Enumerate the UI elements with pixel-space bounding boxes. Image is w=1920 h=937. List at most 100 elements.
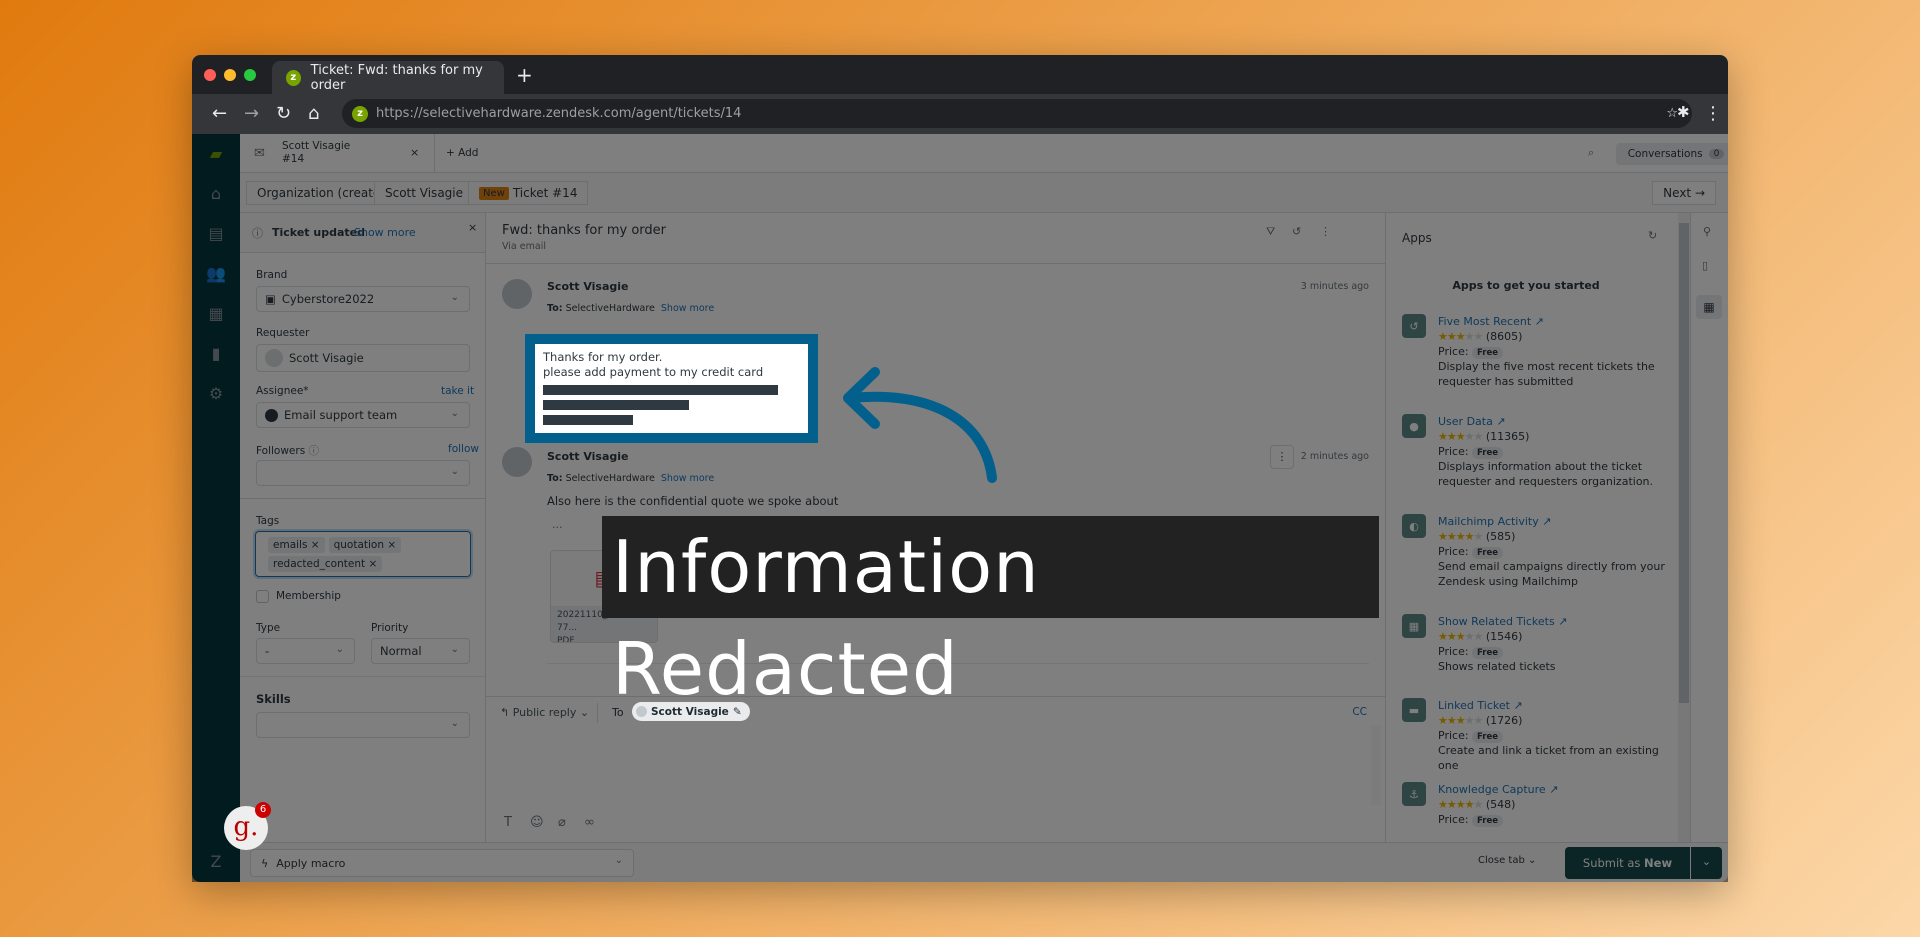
remove-tag-icon[interactable]: × [368,558,377,570]
scrollbar-thumb[interactable] [1679,223,1689,703]
app-price: Price: Free [1438,444,1668,459]
app-name-link[interactable]: Five Most Recent ↗ [1438,314,1668,329]
breadcrumb-ticket[interactable]: New Ticket #14 [468,181,589,205]
author-avatar [502,447,532,477]
filter-icon[interactable]: ⛛ [1266,225,1275,239]
emoji-icon[interactable]: ☺ [530,815,544,830]
reply-textarea[interactable] [486,729,1366,809]
chevron-down-icon: ⌄ [614,855,623,866]
search-icon[interactable]: ⌕ [1588,146,1594,160]
reporting-icon[interactable]: ▮ [206,344,226,364]
brand-icon: ▣ [265,292,276,306]
user-profile-icon[interactable]: ⚲ [1703,225,1711,238]
minimize-window-button[interactable] [224,69,236,81]
rating-stars: ★★★★★ [1438,798,1483,811]
browser-tab-bar: z Ticket: Fwd: thanks for my order + [192,55,1728,94]
reply-mode-select[interactable]: ↰ Public reply ⌄ [500,706,589,719]
app-name-link[interactable]: Knowledge Capture ↗ [1438,782,1668,797]
context-rail: ⚲ ▯ ▦ [1690,213,1728,842]
remove-tag-icon[interactable]: × [387,539,396,551]
membership-checkbox[interactable] [256,590,269,603]
next-button[interactable]: Next → [1652,181,1716,205]
priority-select[interactable]: Normal ⌄ [371,638,470,664]
back-icon[interactable]: ← [212,103,227,124]
app-name-link[interactable]: Linked Ticket ↗ [1438,698,1668,713]
history-icon[interactable]: ↺ [1292,225,1301,238]
requester-field[interactable]: Scott Visagie [256,344,470,372]
home-icon[interactable]: ⌂ [206,184,226,204]
app-description: Create and link a ticket from an existin… [1438,744,1659,772]
brand-select[interactable]: ▣ Cyberstore2022 ⌄ [256,286,470,312]
reload-icon[interactable]: ↻ [276,103,291,124]
app-name-link[interactable]: Mailchimp Activity ↗ [1438,514,1668,529]
breadcrumb-requester[interactable]: Scott Visagie [374,181,474,205]
divider [486,263,1385,264]
organizations-icon[interactable]: ▦ [206,304,226,324]
cc-link[interactable]: CC [1352,706,1367,718]
close-tab-icon[interactable]: × [410,146,419,159]
submit-status: New [1644,856,1673,870]
new-tab-button[interactable]: + [516,63,533,87]
chevron-down-icon: ⌄ [450,718,459,729]
attachment-paperclip-icon[interactable]: ⌀ [558,815,566,830]
brand-value: Cyberstore2022 [281,292,375,306]
home-icon[interactable]: ⌂ [308,103,319,124]
divider [597,703,598,723]
extensions-icon[interactable]: ✱ [1677,103,1690,121]
to-label: To: [547,303,563,314]
skills-select[interactable]: ⌄ [256,712,470,738]
ticket-tab[interactable]: Scott Visagie #14 [282,140,350,166]
review-count: (1546) [1485,630,1523,643]
refresh-icon[interactable]: ↻ [1648,229,1657,242]
show-more-link[interactable]: Show more [354,226,416,239]
forward-icon[interactable]: → [244,103,259,124]
chevron-down-icon: ⌄ [450,644,459,655]
close-tab-label: Close tab [1478,855,1525,866]
free-badge: Free [1472,547,1504,559]
link-icon[interactable]: ∞ [584,815,595,830]
apply-macro-select[interactable]: ϟ Apply macro ⌄ [250,849,634,877]
remove-tag-icon[interactable]: × [311,539,320,551]
recipient-chip[interactable]: Scott Visagie ✎ [632,702,750,721]
more-options-icon[interactable]: ⋮ [1320,225,1331,238]
admin-gear-icon[interactable]: ⚙ [206,384,226,404]
add-tab-button[interactable]: + Add [446,147,478,159]
close-tab-select[interactable]: Close tab ⌄ [1478,855,1536,866]
maximize-window-button[interactable] [244,69,256,81]
follow-link[interactable]: follow [448,443,479,455]
app-name-link[interactable]: User Data ↗ [1438,414,1668,429]
conversations-button[interactable]: Conversations 0 [1616,143,1728,165]
message-options-icon[interactable]: ⋮ [1270,445,1294,469]
submit-button[interactable]: Submit as New [1565,847,1690,879]
reply-scrollbar[interactable] [1371,725,1381,805]
url-bar[interactable]: z https://selectivehardware.zendesk.com/a… [342,99,1692,128]
text-format-icon[interactable]: T [504,815,512,830]
membership-label: Membership [276,590,341,602]
customers-icon[interactable]: 👥 [206,264,226,284]
browser-tab[interactable]: z Ticket: Fwd: thanks for my order [272,61,504,94]
apps-scrollbar[interactable] [1678,213,1690,842]
submit-options-chevron-icon[interactable]: ⌄ [1691,847,1722,879]
show-more-link[interactable]: Show more [661,303,714,314]
dismiss-icon[interactable]: × [468,221,477,234]
take-it-link[interactable]: take it [441,385,474,397]
knowledge-book-icon[interactable]: ▯ [1702,259,1708,272]
app-name-link[interactable]: Show Related Tickets ↗ [1438,614,1668,629]
show-more-link[interactable]: Show more [661,473,714,484]
price-label: Price: [1438,813,1469,826]
type-select[interactable]: - ⌄ [256,638,355,664]
views-icon[interactable]: ▤ [206,224,226,244]
apps-grid-icon[interactable]: ▦ [1696,295,1722,319]
assignee-select[interactable]: Email support team ⌄ [256,402,470,428]
close-window-button[interactable] [204,69,216,81]
edit-pencil-icon[interactable]: ✎ [733,706,742,718]
zendesk-products-icon[interactable]: Z [206,852,226,872]
followers-select[interactable]: ⌄ [256,460,470,486]
tag-label: redacted_content [273,558,366,570]
to-label: To: [547,473,563,484]
quoted-text-toggle[interactable]: ··· [552,521,563,534]
tags-input[interactable]: emails × quotation ×redacted_content × [255,531,471,577]
message-recipients: To: SelectiveHardware Show more [547,303,714,314]
browser-menu-icon[interactable]: ⋮ [1704,103,1722,124]
external-link-icon: ↗ [1513,699,1523,712]
